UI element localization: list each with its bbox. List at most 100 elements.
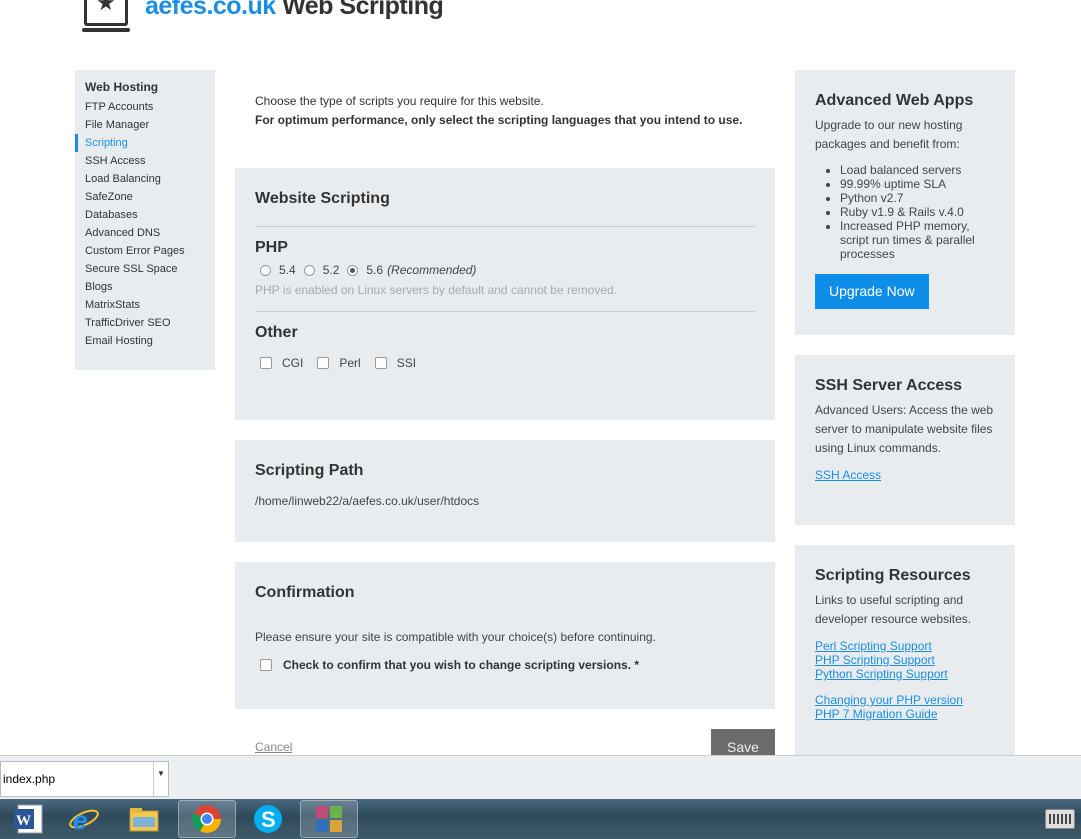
list-item: Load balanced servers	[840, 163, 995, 177]
perl-checkbox[interactable]	[317, 357, 330, 369]
sidebar-item-advanced-dns[interactable]: Advanced DNS	[75, 224, 215, 242]
php-5-2-label: 5.2	[322, 263, 340, 277]
sidebar-item-load-balancing[interactable]: Load Balancing	[75, 170, 215, 188]
ssh-server-access-title: SSH Server Access	[815, 377, 963, 394]
list-item: 99.99% uptime SLA	[840, 177, 995, 191]
taskbar-internet-explorer[interactable]: e	[55, 800, 113, 838]
php-5-4-label: 5.4	[279, 263, 296, 277]
taskbar-word[interactable]: W	[0, 800, 58, 838]
scripting-path-title: Scripting Path	[255, 462, 364, 479]
taskbar-file-explorer[interactable]	[115, 800, 173, 838]
ssh-access-link[interactable]: SSH Access	[815, 468, 995, 482]
changing-php-version-link[interactable]: Changing your PHP version	[815, 693, 995, 707]
download-item[interactable]: index.php ▼	[0, 761, 169, 797]
scripting-resources-text: Links to useful scripting and developer …	[815, 593, 972, 626]
skype-icon: S	[254, 805, 282, 833]
taskbar-skype[interactable]: S	[239, 800, 297, 838]
sidebar-item-file-manager[interactable]: File Manager	[75, 116, 215, 134]
sidebar-item-ftp-accounts[interactable]: FTP Accounts	[75, 98, 215, 116]
php-5-6-label: 5.6	[366, 263, 384, 277]
recommended-label: (Recommended)	[387, 263, 477, 277]
download-bar: index.php ▼	[0, 755, 1081, 800]
python-scripting-support-link[interactable]: Python Scripting Support	[815, 667, 995, 681]
confirm-label: Check to confirm that you wish to change…	[283, 658, 640, 672]
php-5-6-radio[interactable]	[347, 264, 359, 276]
taskbar: W e S	[0, 799, 1081, 839]
advanced-web-apps-box: Advanced Web Apps Upgrade to our new hos…	[795, 70, 1015, 335]
sidebar-item-safezone[interactable]: SafeZone	[75, 188, 215, 206]
confirmation-text: Please ensure your site is compatible wi…	[255, 630, 656, 644]
ssh-server-access-box: SSH Server Access Advanced Users: Access…	[795, 355, 1015, 525]
chevron-down-icon[interactable]: ▼	[153, 762, 168, 796]
save-button[interactable]: Save	[711, 729, 775, 755]
sidebar-item-databases[interactable]: Databases	[75, 206, 215, 224]
list-item: Ruby v1.9 & Rails v.4.0	[840, 205, 995, 219]
scripting-path-panel: Scripting Path /home/linweb22/a/aefes.co…	[235, 440, 775, 542]
perl-label: Perl	[339, 356, 361, 370]
php-5-2-radio[interactable]	[303, 264, 315, 276]
php-scripting-support-link[interactable]: PHP Scripting Support	[815, 653, 995, 667]
svg-text:W: W	[16, 813, 31, 829]
sidebar-item-scripting[interactable]: Scripting	[75, 134, 215, 152]
list-item: Increased PHP memory, script run times &…	[840, 219, 995, 261]
intro-performance-note: For optimum performance, only select the…	[255, 113, 743, 127]
sidebar: Web Hosting FTP Accounts File Manager Sc…	[75, 70, 215, 370]
php-version-links: Changing your PHP version PHP 7 Migratio…	[815, 693, 995, 721]
website-scripting-title: Website Scripting	[255, 190, 390, 207]
file-explorer-icon	[129, 808, 159, 832]
confirm-checkbox[interactable]	[260, 659, 272, 671]
cancel-link[interactable]: Cancel	[255, 740, 292, 754]
internet-explorer-icon: e	[69, 805, 99, 835]
scripting-path-value: /home/linweb22/a/aefes.co.uk/user/htdocs	[255, 494, 480, 508]
sidebar-item-blogs[interactable]: Blogs	[75, 278, 215, 296]
advanced-web-apps-text: Upgrade to our new hosting packages and …	[815, 118, 963, 151]
php7-migration-guide-link[interactable]: PHP 7 Migration Guide	[815, 707, 995, 721]
php-note: PHP is enabled on Linux servers by defau…	[255, 283, 618, 297]
perl-scripting-support-link[interactable]: Perl Scripting Support	[815, 639, 995, 653]
sidebar-item-matrixstats[interactable]: MatrixStats	[75, 296, 215, 314]
confirm-row: Check to confirm that you wish to change…	[255, 658, 755, 672]
svg-text:e: e	[73, 805, 87, 835]
confirmation-panel: Confirmation Please ensure your site is …	[235, 562, 775, 709]
cgi-label: CGI	[282, 356, 304, 370]
list-item: Python v2.7	[840, 191, 995, 205]
advanced-features-list: Load balanced servers 99.99% uptime SLA …	[840, 163, 995, 261]
sidebar-item-trafficdriver-seo[interactable]: TrafficDriver SEO	[75, 314, 215, 332]
confirmation-title: Confirmation	[255, 584, 355, 601]
divider	[255, 226, 755, 227]
php-5-4-radio[interactable]	[260, 264, 271, 276]
ssh-server-access-text: Advanced Users: Access the web server to…	[815, 403, 994, 455]
advanced-web-apps-title: Advanced Web Apps	[815, 92, 974, 109]
site-domain: aefes.co.uk	[145, 0, 276, 20]
divider	[255, 311, 755, 312]
download-filename: index.php	[3, 772, 56, 786]
word-icon: W	[14, 804, 43, 834]
sidebar-item-ssh-access[interactable]: SSH Access	[75, 152, 215, 170]
sidebar-item-custom-error-pages[interactable]: Custom Error Pages	[75, 242, 215, 260]
sidebar-item-secure-ssl-space[interactable]: Secure SSL Space	[75, 260, 215, 278]
page-heading: Web Scripting	[275, 0, 444, 20]
ssi-checkbox[interactable]	[374, 357, 387, 369]
scripting-resources-box: Scripting Resources Links to useful scri…	[795, 545, 1015, 755]
other-script-options: CGI Perl SSI	[255, 356, 755, 370]
svg-text:S: S	[261, 807, 276, 832]
ssi-label: SSI	[396, 356, 417, 370]
resource-links: Perl Scripting Support PHP Scripting Sup…	[815, 639, 995, 681]
sidebar-item-email-hosting[interactable]: Email Hosting	[75, 332, 215, 350]
intro-text: Choose the type of scripts you require f…	[255, 92, 742, 130]
chrome-icon	[192, 805, 221, 833]
keyboard-icon[interactable]	[1045, 809, 1075, 829]
intro-line: Choose the type of scripts you require f…	[255, 94, 544, 108]
upgrade-now-button[interactable]: Upgrade Now	[815, 274, 929, 309]
cgi-checkbox[interactable]	[260, 357, 272, 369]
website-scripting-panel: Website Scripting PHP 5.4 5.2 5.6 (Recom…	[235, 168, 775, 420]
site-header: ★ aefes.co.uk Web Scripting	[82, 0, 444, 36]
other-heading: Other	[255, 324, 298, 341]
php-version-options: 5.4 5.2 5.6 (Recommended)	[255, 263, 755, 277]
sidebar-heading[interactable]: Web Hosting	[75, 80, 215, 94]
taskbar-chrome[interactable]	[178, 800, 236, 838]
taskbar-app[interactable]	[300, 800, 358, 838]
monitor-star-icon: ★	[82, 0, 130, 34]
scripting-resources-title: Scripting Resources	[815, 567, 971, 584]
php-heading: PHP	[255, 239, 288, 256]
